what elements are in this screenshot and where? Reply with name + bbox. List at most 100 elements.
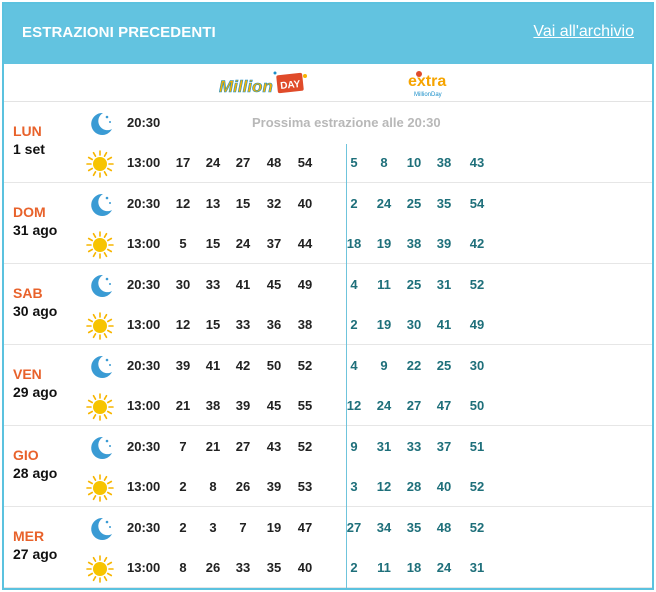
moon-icon <box>86 353 114 381</box>
extra-number: 34 <box>376 520 392 535</box>
extra-logo-word: extra <box>408 73 446 90</box>
extra-number: 47 <box>436 398 452 413</box>
draw-row: 20:30 39 41 42 50 52 4 9 22 25 30 <box>4 345 652 385</box>
draws-table: LUN 1 set 20:30 Prossima estrazione alle 20… <box>4 102 652 588</box>
millionday-number: 7 <box>179 439 187 454</box>
millionday-number: 45 <box>266 398 282 413</box>
millionday-number: 2 <box>179 479 187 494</box>
millionday-logo: Million DAY <box>219 71 307 96</box>
draw-time: 13:00 <box>127 398 161 413</box>
millionday-number: 17 <box>175 155 191 170</box>
extra-number: 33 <box>406 439 422 454</box>
millionday-number: 27 <box>235 439 251 454</box>
millionday-number: 39 <box>266 479 282 494</box>
extra-number: 30 <box>469 358 485 373</box>
millionday-logo-day: DAY <box>280 79 302 92</box>
draw-row: 13:00 2 8 26 39 53 3 12 28 40 52 <box>4 466 652 506</box>
extra-number: 30 <box>406 317 422 332</box>
day-group: DOM 31 ago 20:30 12 13 15 32 40 2 24 25 35 54 13:00 5 1… <box>4 183 652 264</box>
widget-title: ESTRAZIONI PRECEDENTI <box>22 24 216 41</box>
extra-number: 27 <box>346 520 362 535</box>
extra-number: 5 <box>350 155 358 170</box>
extra-number: 24 <box>376 196 392 211</box>
millionday-number: 45 <box>266 277 282 292</box>
extra-number: 3 <box>350 479 358 494</box>
millionday-number: 41 <box>205 358 221 373</box>
millionday-number: 54 <box>297 155 313 170</box>
extra-number: 19 <box>376 236 392 251</box>
draw-time: 20:30 <box>127 520 161 535</box>
draw-time: 13:00 <box>127 560 161 575</box>
extra-number: 2 <box>350 317 358 332</box>
extra-number: 50 <box>469 398 485 413</box>
millionday-number: 55 <box>297 398 313 413</box>
extra-number: 9 <box>380 358 388 373</box>
millionday-number: 13 <box>205 196 221 211</box>
extra-number: 38 <box>436 155 452 170</box>
millionday-number: 26 <box>205 560 221 575</box>
logos-row: Million DAY extra MillionDay <box>4 64 652 102</box>
extra-number: 35 <box>436 196 452 211</box>
archive-link[interactable]: Vai all'archivio <box>533 23 634 41</box>
extra-number: 24 <box>436 560 452 575</box>
millionday-number: 52 <box>297 358 313 373</box>
extra-logo-sub: MillionDay <box>414 92 442 98</box>
millionday-number: 33 <box>235 560 251 575</box>
extra-number: 42 <box>469 236 485 251</box>
extra-number: 10 <box>406 155 422 170</box>
extra-number: 11 <box>377 560 391 575</box>
extra-number: 51 <box>469 439 485 454</box>
millionday-number: 42 <box>235 358 251 373</box>
extra-number: 4 <box>350 277 358 292</box>
moon-icon <box>86 191 114 219</box>
millionday-number: 26 <box>235 479 251 494</box>
day-group: GIO 28 ago 20:30 7 21 27 43 52 9 31 33 37 51 13:00 2 8 2… <box>4 426 652 507</box>
extra-millionday-logo: extra MillionDay <box>408 71 446 98</box>
millionday-number: 32 <box>266 196 282 211</box>
sun-icon <box>86 312 114 340</box>
millionday-number: 40 <box>297 196 313 211</box>
sun-icon <box>86 555 114 583</box>
draw-time: 13:00 <box>127 155 161 170</box>
millionday-number: 40 <box>297 560 313 575</box>
millionday-number: 3 <box>209 520 217 535</box>
next-draw-notice: Prossima estrazione alle 20:30 <box>252 115 441 130</box>
millionday-number: 38 <box>297 317 313 332</box>
millionday-number: 21 <box>205 439 221 454</box>
extra-number: 52 <box>469 479 485 494</box>
extra-number: 54 <box>469 196 485 211</box>
extra-number: 49 <box>469 317 485 332</box>
extra-number: 43 <box>469 155 485 170</box>
millionday-number: 19 <box>266 520 282 535</box>
millionday-number: 5 <box>179 236 187 251</box>
extra-number: 52 <box>469 520 485 535</box>
draw-row: 20:30 30 33 41 45 49 4 11 25 31 52 <box>4 264 652 304</box>
extra-number: 4 <box>350 358 358 373</box>
millionday-number: 33 <box>205 277 221 292</box>
extra-number: 25 <box>406 196 422 211</box>
sun-icon <box>86 393 114 421</box>
extra-number: 35 <box>406 520 422 535</box>
draw-row: 13:00 5 15 24 37 44 18 19 38 39 42 <box>4 223 652 263</box>
draw-row: 13:00 12 15 33 36 38 2 19 30 41 49 <box>4 304 652 344</box>
extra-number: 9 <box>350 439 358 454</box>
extra-number: 24 <box>376 398 392 413</box>
millionday-number: 49 <box>297 277 313 292</box>
day-group: MER 27 ago 20:30 2 3 7 19 47 27 34 35 48 52 13:00 8 26 3… <box>4 507 652 588</box>
extra-number: 25 <box>436 358 452 373</box>
draw-row: 13:00 17 24 27 48 54 5 8 10 38 43 <box>4 142 652 182</box>
millionday-number: 7 <box>239 520 247 535</box>
millionday-number: 27 <box>235 155 251 170</box>
millionday-number: 38 <box>205 398 221 413</box>
draw-row: 13:00 21 38 39 45 55 12 24 27 47 50 <box>4 385 652 425</box>
millionday-number: 39 <box>175 358 191 373</box>
day-group: LUN 1 set 20:30 Prossima estrazione alle 20… <box>4 102 652 183</box>
extra-number: 31 <box>469 560 485 575</box>
draw-row: 13:00 8 26 33 35 40 2 11 18 24 31 <box>4 547 652 587</box>
draw-time: 20:30 <box>127 439 161 454</box>
draw-row: 20:30 7 21 27 43 52 9 31 33 37 51 <box>4 426 652 466</box>
draw-time: 20:30 <box>127 115 161 130</box>
millionday-number: 21 <box>175 398 191 413</box>
millionday-number: 12 <box>175 317 191 332</box>
millionday-number: 35 <box>266 560 282 575</box>
